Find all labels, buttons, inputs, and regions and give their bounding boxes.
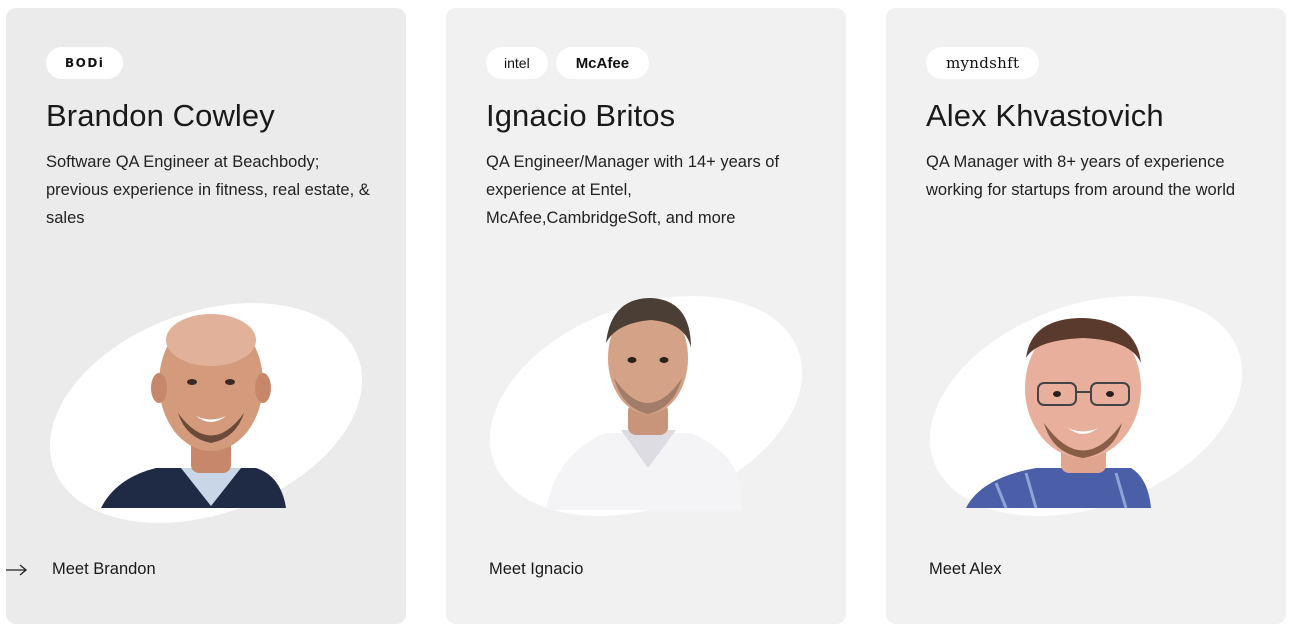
meet-ignacio-link[interactable]: Meet Ignacio [489, 560, 583, 579]
member-portrait [49, 303, 363, 523]
arrow-right-icon [6, 564, 36, 576]
member-portrait [929, 296, 1243, 516]
meet-link-label: Meet Brandon [52, 560, 156, 578]
member-bio: QA Engineer/Manager with 14+ years of ex… [486, 153, 780, 227]
company-logos: myndshft [926, 47, 1040, 79]
team-card-ignacio[interactable]: intel McAfee Ignacio Britos QA Engineer/… [446, 8, 846, 624]
member-bio: Software QA Engineer at Beachbody; previ… [46, 153, 370, 227]
company-logos: intel McAfee [486, 47, 650, 79]
bodi-logo: BODi [46, 47, 124, 79]
member-bio: QA Manager with 8+ years of experience w… [926, 153, 1236, 199]
meet-link-label: Meet Alex [929, 560, 1002, 578]
member-portrait [489, 296, 803, 516]
team-card-brandon[interactable]: BODi Brandon Cowley Software QA Engineer… [6, 8, 406, 624]
mcafee-logo: McAfee [555, 47, 650, 79]
member-name: Ignacio Britos [486, 98, 676, 133]
member-name: Alex Khvastovich [926, 98, 1164, 133]
myndshft-logo: myndshft [926, 47, 1040, 79]
meet-alex-link[interactable]: Meet Alex [929, 560, 1001, 579]
meet-link-label: Meet Ignacio [489, 560, 584, 578]
member-name: Brandon Cowley [46, 98, 275, 133]
intel-logo: intel [486, 47, 548, 79]
meet-brandon-link[interactable]: Meet Brandon [6, 560, 156, 579]
company-logos: BODi [46, 47, 124, 79]
team-cards-grid: BODi Brandon Cowley Software QA Engineer… [0, 0, 1295, 633]
team-card-alex[interactable]: myndshft Alex Khvastovich QA Manager wit… [886, 8, 1286, 624]
